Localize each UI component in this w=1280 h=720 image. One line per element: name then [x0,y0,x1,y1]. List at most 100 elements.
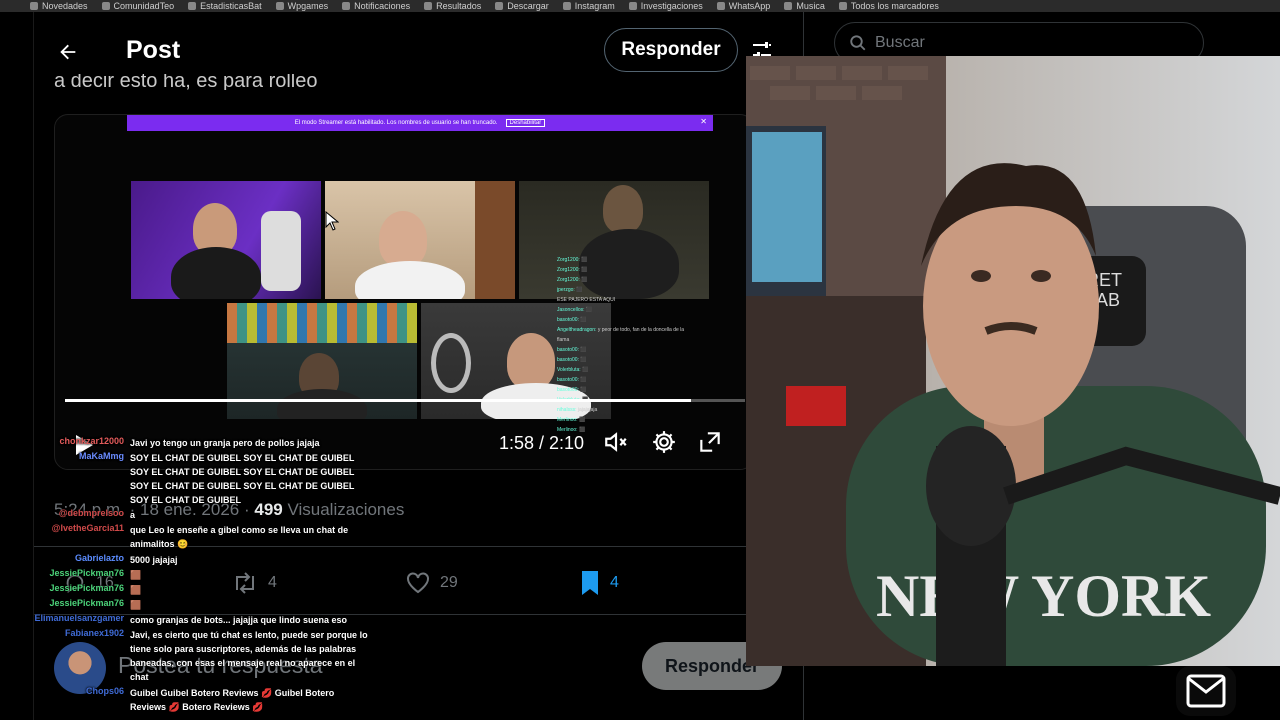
bookmark-label: Notificaciones [354,1,411,11]
bookmark-label: Descargar [507,1,549,11]
streamer-webcam: RET LAB NEW YORK [746,56,1280,666]
banner-text: El modo Streamer está habilitado. Los no… [294,120,498,126]
favicon-icon [30,2,38,10]
mini-chat-line: Jasoncellos: ⬛ [557,305,717,315]
chat-text: Javi, es cierto que tú chat es lento, pu… [130,630,368,682]
mouse-cursor-icon [325,210,340,231]
bookmark-item[interactable]: Investigaciones [628,1,703,11]
back-arrow-icon[interactable] [54,38,82,66]
page-title: Post [126,36,181,64]
chat-username: chonkzar12000 [59,436,124,446]
favicon-icon [101,2,110,10]
mini-chat-user: basoto00: [557,317,581,323]
favicon-icon [188,2,197,10]
mini-chat-text: ⬛ [585,307,593,313]
bookmark-label: WhatsApp [728,1,771,11]
bookmark-item[interactable]: WhatsApp [716,1,771,11]
chat-text: Guibel Guibel Botero Reviews 💋 Guibel Bo… [130,688,335,712]
bookmark-label: Investigaciones [640,1,703,11]
bookmark-item[interactable]: Instagram [562,1,615,11]
chat-username: JessiePickman76 [49,598,124,608]
mini-chat-text: ⬛ [582,367,589,373]
favicon-icon [838,2,847,10]
mini-chat-line: basoto00: ⬛ [557,355,717,365]
bookmark-item[interactable]: Novedades [30,1,88,11]
bookmark-label: Instagram [574,1,615,11]
mini-chat-text: ⬛ [580,387,587,393]
bookmark-item[interactable]: Todos los marcadores [838,1,939,11]
bookmark-item[interactable]: ComunidadTeo [101,1,175,11]
chat-message: @debmprelsoo a [0,508,400,522]
bookmark-count: 4 [610,574,619,591]
banner-action[interactable]: Deshabilitar [505,119,546,127]
like-action[interactable]: 29 [406,570,458,596]
bookmark-action[interactable]: 4 [580,570,619,596]
mini-chat-user: basoto00: [557,377,581,383]
bookmark-icon [582,571,598,595]
bookmarks-bar: Novedades ComunidadTeo EstadisticasBat Wpga… [0,0,1280,12]
bookmark-item[interactable]: Resultados [424,1,481,11]
chat-message: Elimanuelsanzgamer como granjas de bots..… [0,613,400,627]
mini-chat-user: Zorg1200: [557,277,582,283]
cam-tile-2 [325,181,515,299]
mini-chat-line: Angeltheadragon: y peor de todo, fan de … [557,325,717,335]
chat-message: JessiePickman76 🟫 [0,583,400,597]
bookmark-label: ComunidadTeo [113,1,175,11]
mini-chat-user: Zorg1200: [557,267,582,273]
favicon-icon [275,2,284,10]
video-time: 1:58 / 2:10 [499,433,585,453]
bookmark-item[interactable]: Musica [784,1,825,11]
favicon-icon [628,2,637,10]
cam-tile-1 [131,181,321,299]
mini-chat-line: Merlinoo: ⬛ [557,415,717,425]
mini-chat-text: ⬛ [580,377,587,383]
mini-chat-line: basoto00: ⬛ [557,345,717,355]
mini-chat-text: ⬛ [578,417,586,423]
mini-chat-user: Merlinoo: [557,417,579,423]
bookmark-item[interactable]: Descargar [495,1,549,11]
mini-chat-user: basoto00: [557,387,581,393]
mini-chat-text: jajajajaja [577,407,598,413]
messages-button[interactable] [1176,666,1236,716]
chat-text: 🟫 [130,570,142,580]
mini-chat-line: basoto00: ⬛ [557,375,717,385]
mini-chat-text: ⬛ [581,277,588,283]
mini-chat-text: y peor de todo, fan de la doncella de la [597,327,685,333]
mini-chat-line: Volerbluta: ⬛ [557,365,717,375]
expand-icon[interactable] [697,429,723,455]
mini-chat-user: basoto00: [557,347,581,353]
bookmark-label: Todos los marcadores [850,1,939,11]
mini-chat-user: Angeltheadragon: [557,327,598,333]
chat-username: Elimanuelsanzgamer [34,613,124,623]
streamer-mode-banner: El modo Streamer está habilitado. Los no… [127,115,713,131]
close-icon[interactable]: ✕ [700,117,707,126]
chat-username: JessiePickman76 [49,568,124,578]
mini-chat-text: ⬛ [581,257,588,263]
chat-text: 🟫 [130,585,142,595]
video-progress-bar[interactable] [65,399,745,402]
svg-text:NEW YORK: NEW YORK [876,563,1211,629]
post-header: Post Responder [34,24,804,80]
chat-message: MaKaMmg SOY EL CHAT DE GUIBEL SOY EL CHAT… [0,451,400,507]
bookmark-item[interactable]: Wpgames [275,1,328,11]
reply-button-top[interactable]: Responder [604,28,738,72]
chat-text: que Leo le enseñe a gibel como se lleva … [130,525,349,549]
bookmark-item[interactable]: Notificaciones [342,1,410,11]
bookmark-label: Novedades [42,1,88,11]
mini-chat-text: flama [557,337,570,343]
chat-message: @IvetheGarcia11 que Leo le enseñe a gibel… [0,523,400,551]
chat-text: como granjas de bots... jajajja que lind… [130,615,348,625]
mini-chat-line: flama [557,335,717,345]
volume-icon[interactable] [603,429,629,455]
bookmark-label: EstadisticasBat [200,1,262,11]
chat-username: @IvetheGarcia11 [51,523,124,533]
mini-chat-text: ⬛ [581,267,588,273]
bookmark-item[interactable]: EstadisticasBat [188,1,262,11]
chat-username: MaKaMmg [78,451,124,461]
favicon-icon [495,2,504,10]
chat-message: Fabianex1902 Javi, es cierto que tú chat … [0,628,400,684]
chat-text: 🟫 [130,600,142,610]
video-player[interactable]: El modo Streamer está habilitado. Los no… [54,114,754,470]
chat-text: a [130,510,136,520]
gear-icon[interactable] [651,429,677,455]
